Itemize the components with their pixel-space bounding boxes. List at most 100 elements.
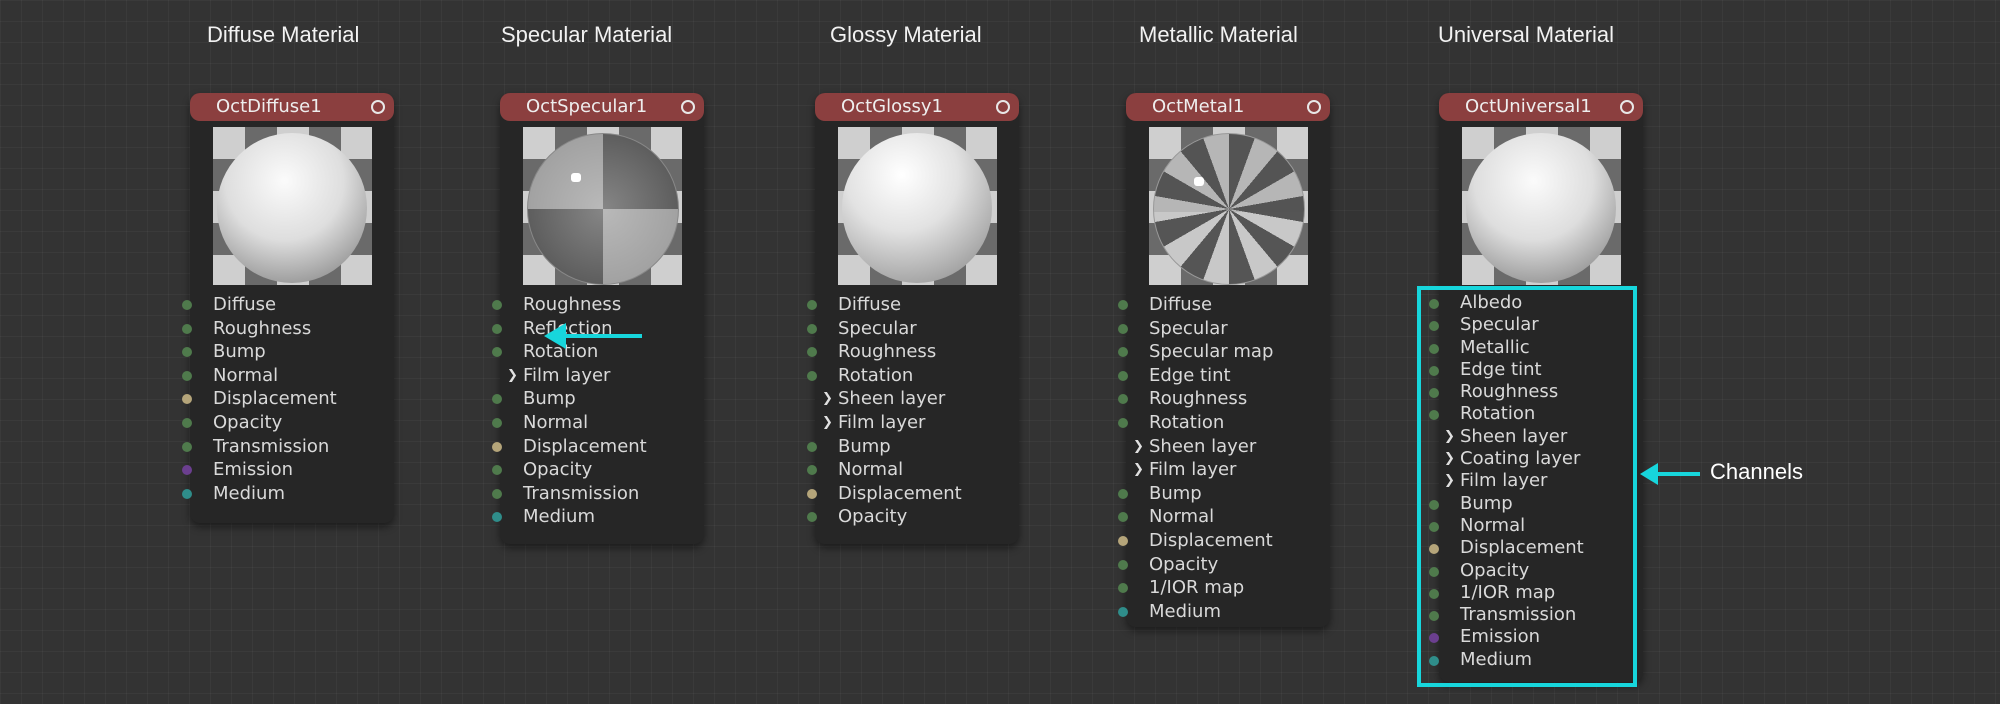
node-header[interactable]: OctSpecular1 <box>500 93 704 121</box>
input-port-icon[interactable] <box>1118 323 1128 334</box>
output-port-icon[interactable] <box>1307 100 1321 114</box>
channel-row[interactable]: Diffuse <box>1118 293 1330 317</box>
channel-label: Bump <box>213 341 266 363</box>
node-header[interactable]: OctUniversal1 <box>1439 93 1643 121</box>
channel-row[interactable]: Opacity <box>182 411 394 435</box>
channel-row[interactable]: Bump <box>492 387 704 411</box>
input-port-icon[interactable] <box>807 512 817 523</box>
chevron-right-icon[interactable]: ❯ <box>822 387 833 411</box>
input-port-icon[interactable] <box>807 323 817 334</box>
chevron-right-icon[interactable]: ❯ <box>1133 435 1144 459</box>
channel-row[interactable]: Transmission <box>492 482 704 506</box>
channel-row[interactable]: Normal <box>182 364 394 388</box>
output-port-icon[interactable] <box>1620 100 1634 114</box>
input-port-icon[interactable] <box>807 488 817 499</box>
channel-row[interactable]: Opacity <box>807 505 1019 529</box>
input-port-icon[interactable] <box>1118 583 1128 594</box>
channel-row[interactable]: Roughness <box>182 317 394 341</box>
channel-row[interactable]: Normal <box>492 411 704 435</box>
input-port-icon[interactable] <box>1118 417 1128 428</box>
node-title: OctSpecular1 <box>526 96 648 117</box>
input-port-icon[interactable] <box>1118 347 1128 358</box>
channel-row[interactable]: Opacity <box>1118 553 1330 577</box>
input-port-icon[interactable] <box>492 300 502 310</box>
input-port-icon[interactable] <box>1118 606 1128 617</box>
channel-row[interactable]: Emission <box>182 458 394 482</box>
input-port-icon[interactable] <box>182 370 192 381</box>
channel-row[interactable]: Specular <box>807 317 1019 341</box>
input-port-icon[interactable] <box>807 441 817 452</box>
node-header[interactable]: OctGlossy1 <box>815 93 1019 121</box>
input-port-icon[interactable] <box>1118 535 1128 546</box>
channel-row[interactable]: Medium <box>1118 600 1330 624</box>
input-port-icon[interactable] <box>492 488 502 499</box>
channel-group-row[interactable]: ❯ Film layer <box>815 411 1019 435</box>
output-port-icon[interactable] <box>371 100 385 114</box>
input-port-icon[interactable] <box>182 417 192 428</box>
input-port-icon[interactable] <box>807 300 817 310</box>
input-port-icon[interactable] <box>182 347 192 358</box>
channel-row[interactable]: Displacement <box>807 482 1019 506</box>
channel-row[interactable]: Roughness <box>807 340 1019 364</box>
channel-row[interactable]: Normal <box>807 458 1019 482</box>
input-port-icon[interactable] <box>492 417 502 428</box>
channel-row[interactable]: Edge tint <box>1118 364 1330 388</box>
channel-row[interactable]: Medium <box>492 505 704 529</box>
channel-row[interactable]: Rotation <box>807 364 1019 388</box>
chevron-right-icon[interactable]: ❯ <box>1133 458 1144 482</box>
chevron-right-icon[interactable]: ❯ <box>822 411 833 435</box>
input-port-icon[interactable] <box>182 441 192 452</box>
channel-row[interactable]: Specular map <box>1118 340 1330 364</box>
input-port-icon[interactable] <box>492 347 502 358</box>
input-port-icon[interactable] <box>1118 488 1128 499</box>
input-port-icon[interactable] <box>1118 300 1128 310</box>
channel-row[interactable]: Roughness <box>1118 387 1330 411</box>
channel-row[interactable]: Bump <box>807 435 1019 459</box>
input-port-icon[interactable] <box>1118 512 1128 523</box>
output-port-icon[interactable] <box>681 100 695 114</box>
channel-row[interactable]: Specular <box>1118 317 1330 341</box>
input-port-icon[interactable] <box>492 394 502 405</box>
channel-row[interactable]: Diffuse <box>807 293 1019 317</box>
channel-row[interactable]: Transmission <box>182 435 394 459</box>
input-port-icon[interactable] <box>492 512 502 523</box>
input-port-icon[interactable] <box>492 323 502 334</box>
input-port-icon[interactable] <box>182 323 192 334</box>
channel-group-row[interactable]: ❯ Film layer <box>1126 458 1330 482</box>
oct-metal-node[interactable]: OctMetal1 Diffuse Specular Specular map … <box>1118 93 1330 627</box>
channel-row[interactable]: Medium <box>182 482 394 506</box>
channel-row[interactable]: Bump <box>1118 482 1330 506</box>
channel-row[interactable]: Roughness <box>492 293 704 317</box>
channel-row[interactable]: Opacity <box>492 458 704 482</box>
output-port-icon[interactable] <box>996 100 1010 114</box>
input-port-icon[interactable] <box>182 465 192 476</box>
channel-row[interactable]: 1/IOR map <box>1118 576 1330 600</box>
input-port-icon[interactable] <box>807 370 817 381</box>
input-port-icon[interactable] <box>492 441 502 452</box>
oct-glossy-node[interactable]: OctGlossy1 Diffuse Specular Roughness Ro… <box>807 93 1019 544</box>
input-port-icon[interactable] <box>182 300 192 310</box>
channel-group-row[interactable]: ❯ Film layer <box>500 364 704 388</box>
input-port-icon[interactable] <box>1118 394 1128 405</box>
input-port-icon[interactable] <box>182 488 192 499</box>
input-port-icon[interactable] <box>1118 559 1128 570</box>
channel-row[interactable]: Rotation <box>1118 411 1330 435</box>
channel-group-row[interactable]: ❯ Sheen layer <box>1126 435 1330 459</box>
input-port-icon[interactable] <box>1118 370 1128 381</box>
channel-row[interactable]: Diffuse <box>182 293 394 317</box>
input-port-icon[interactable] <box>807 347 817 358</box>
input-port-icon[interactable] <box>182 394 192 405</box>
node-header[interactable]: OctMetal1 <box>1126 93 1330 121</box>
chevron-right-icon[interactable]: ❯ <box>507 364 518 388</box>
channel-row[interactable]: Normal <box>1118 505 1330 529</box>
input-port-icon[interactable] <box>807 465 817 476</box>
preview-sphere <box>1153 133 1305 285</box>
input-port-icon[interactable] <box>492 465 502 476</box>
channel-row[interactable]: Displacement <box>182 387 394 411</box>
oct-diffuse-node[interactable]: OctDiffuse1 Diffuse Roughness Bump Norma… <box>182 93 394 523</box>
channel-row[interactable]: Displacement <box>1118 529 1330 553</box>
node-header[interactable]: OctDiffuse1 <box>190 93 394 121</box>
channel-row[interactable]: Displacement <box>492 435 704 459</box>
channel-row[interactable]: Bump <box>182 340 394 364</box>
channel-group-row[interactable]: ❯ Sheen layer <box>815 387 1019 411</box>
